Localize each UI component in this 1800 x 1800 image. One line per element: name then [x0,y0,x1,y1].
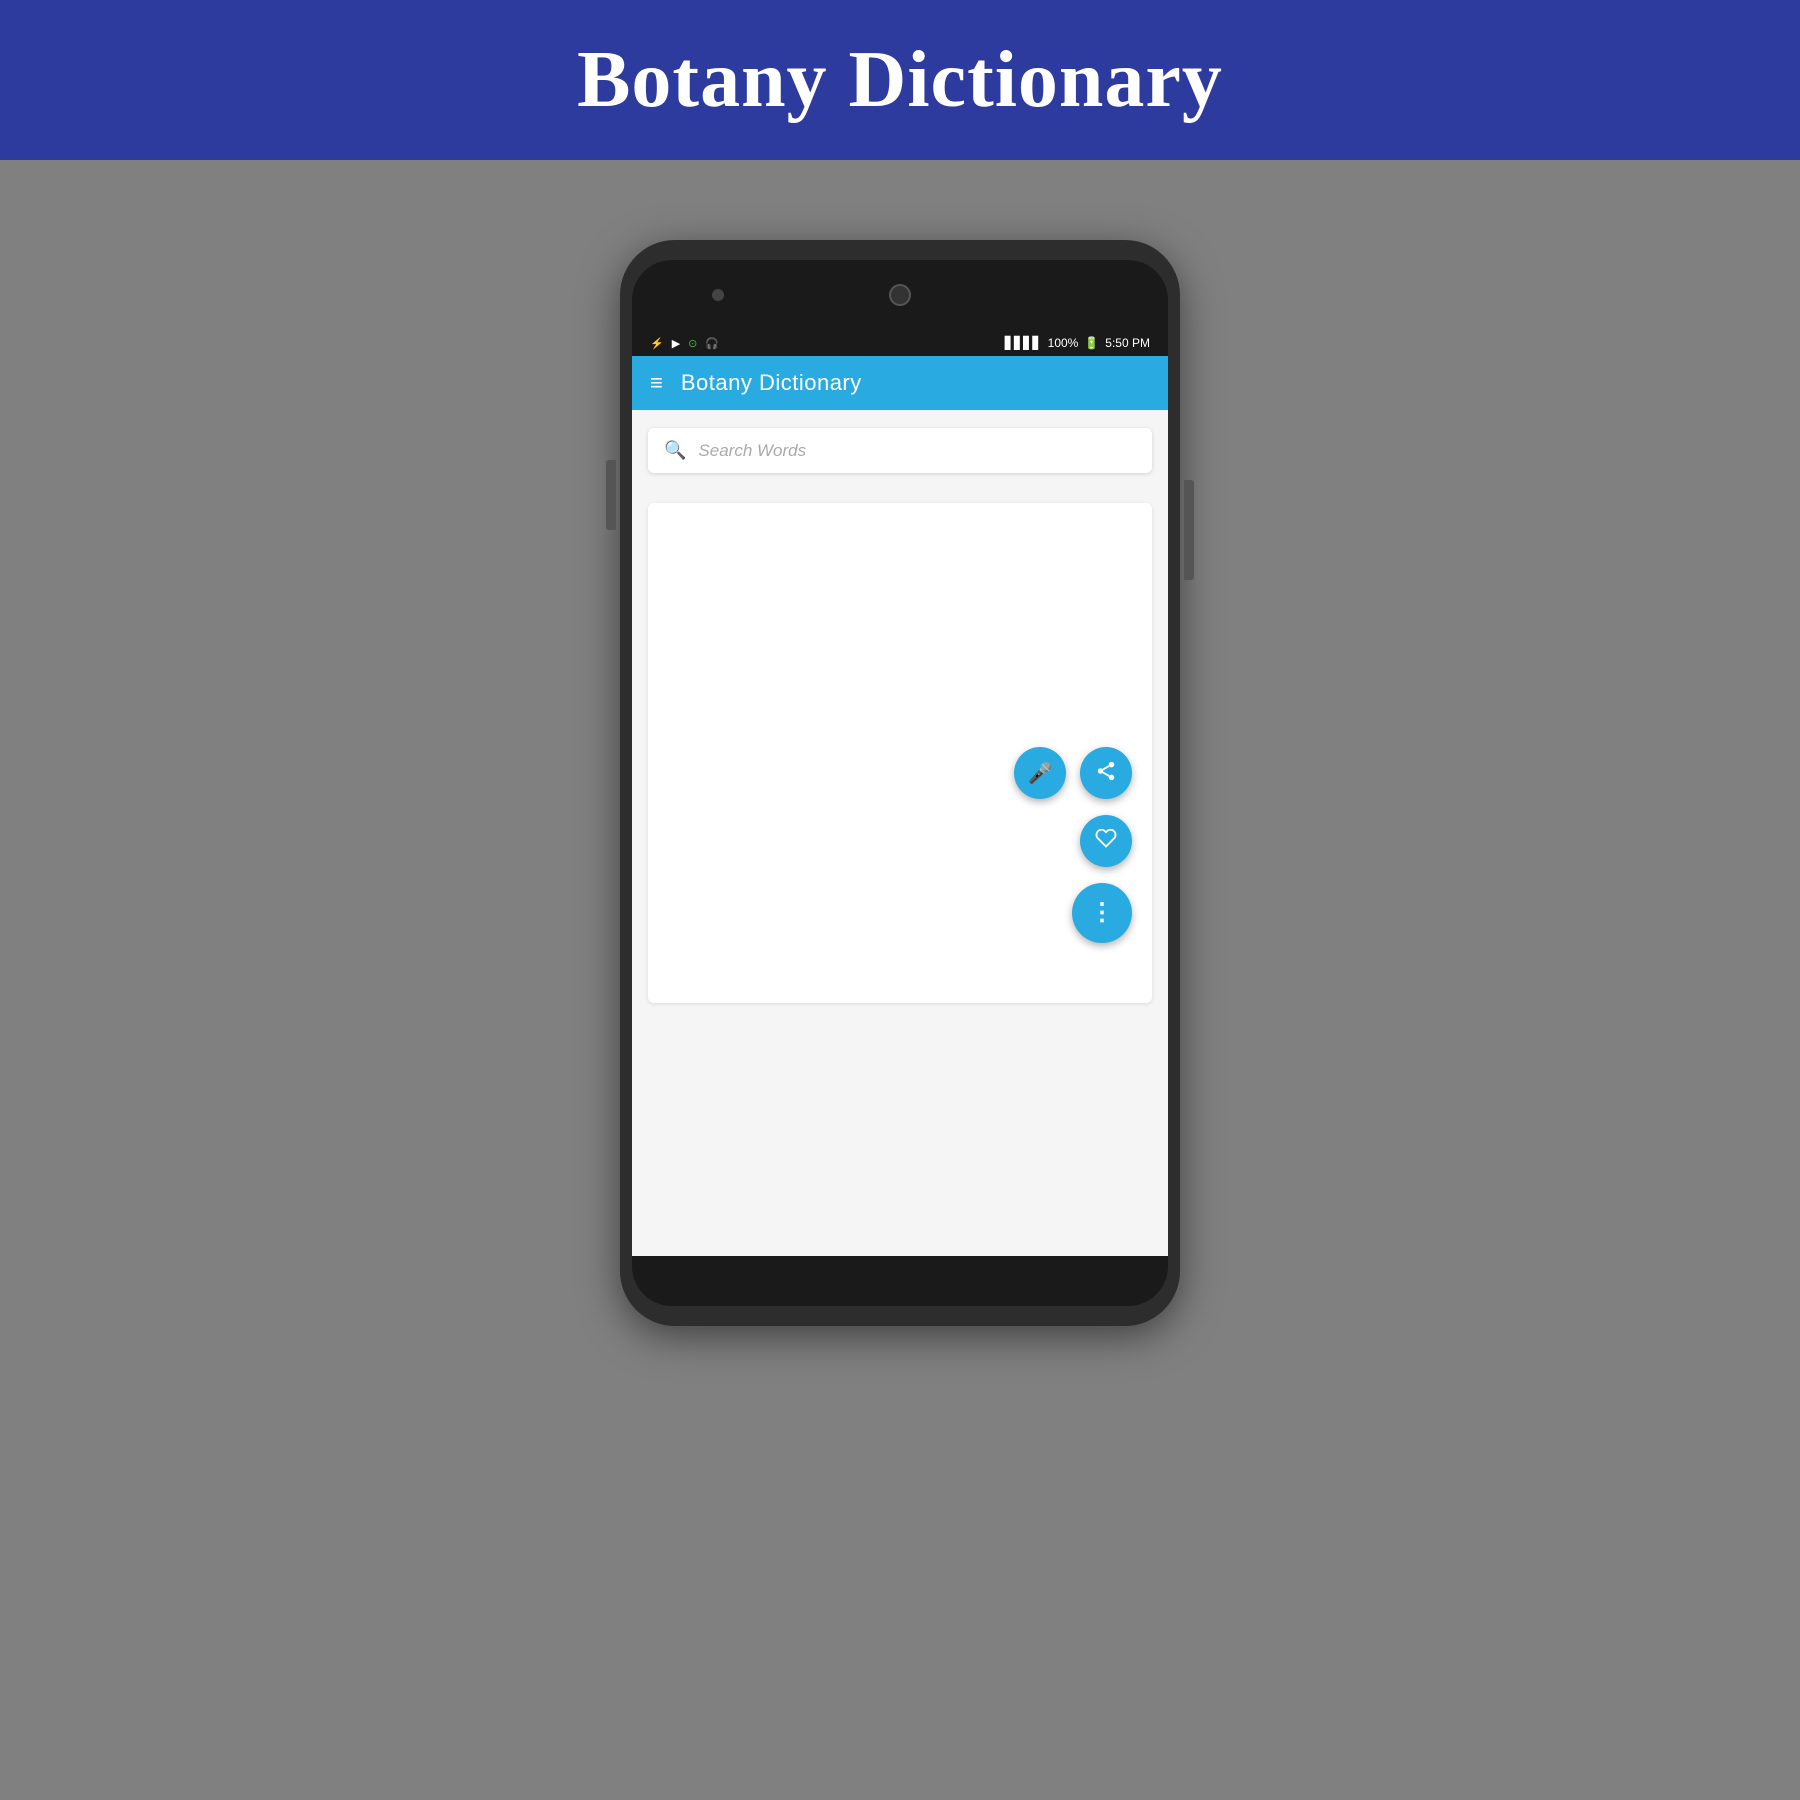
banner-title: Botany Dictionary [577,35,1223,126]
fab-row-bottom: ⋮ [1064,883,1132,943]
phone-frame: ⚡ ▶ ⊙ 🎧 ▋▋▋▋ 100% 🔋 5:50 PM ≡ Botany Dic… [620,240,1180,1326]
phone-notch [632,260,1168,330]
more-fab-button[interactable]: ⋮ [1072,883,1132,943]
mic-icon: 🎤 [1028,761,1053,786]
circle-app-icon: ⊙ [688,337,697,350]
search-icon: 🔍 [664,440,686,461]
fab-row-top: 🎤 [1014,747,1132,799]
share-fab-button[interactable] [1080,747,1132,799]
usb-icon: ⚡ [650,337,664,350]
top-banner: Botany Dictionary [0,0,1800,160]
app-bar-title: Botany Dictionary [681,370,862,396]
phone-speaker [712,289,724,301]
status-bar: ⚡ ▶ ⊙ 🎧 ▋▋▋▋ 100% 🔋 5:50 PM [632,330,1168,356]
mic-fab-button[interactable]: 🎤 [1014,747,1066,799]
search-container: 🔍 Search Words [632,410,1168,485]
app-bar: ≡ Botany Dictionary [632,356,1168,410]
phone-bottom [632,1256,1168,1306]
search-placeholder[interactable]: Search Words [698,441,806,461]
more-icon: ⋮ [1090,901,1114,925]
phone-screen: ≡ Botany Dictionary 🔍 Search Words 🎤 [632,356,1168,1256]
content-area: 🎤 [648,503,1152,1003]
headphone-icon: 🎧 [705,337,719,350]
search-box[interactable]: 🔍 Search Words [648,428,1152,473]
battery-icon: 🔋 [1084,336,1099,350]
share-icon [1095,760,1117,787]
status-icons-left: ⚡ ▶ ⊙ 🎧 [650,337,719,350]
play-icon: ▶ [672,337,680,350]
heart-icon [1095,827,1117,855]
fab-area: 🎤 [1014,747,1132,943]
phone-camera [889,284,911,306]
hamburger-menu-icon[interactable]: ≡ [650,372,663,394]
signal-icon: ▋▋▋▋ [1005,336,1042,350]
battery-percent: 100% [1048,336,1079,350]
fab-row-middle [1080,815,1132,867]
favorite-fab-button[interactable] [1080,815,1132,867]
status-icons-right: ▋▋▋▋ 100% 🔋 5:50 PM [1005,336,1150,350]
phone-volume-button [606,460,616,530]
clock: 5:50 PM [1105,336,1150,350]
phone-power-button [1184,480,1194,580]
main-area: ⚡ ▶ ⊙ 🎧 ▋▋▋▋ 100% 🔋 5:50 PM ≡ Botany Dic… [0,160,1800,1800]
